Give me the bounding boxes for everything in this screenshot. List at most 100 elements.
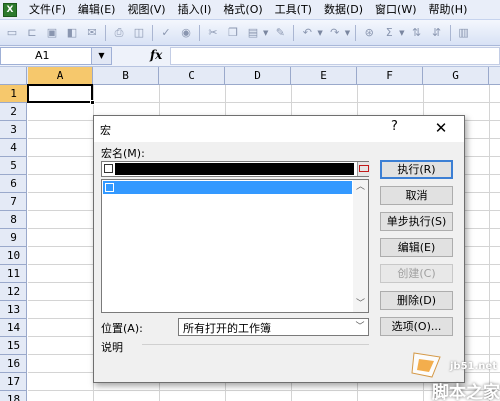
copy-icon[interactable]: ❐ [224,24,242,42]
menu-data[interactable]: 数据(D) [318,0,369,20]
row-header[interactable]: 2 [0,103,27,121]
chevron-down-icon[interactable]: ﹀ [352,319,368,335]
column-header-d[interactable]: D [225,67,291,85]
collapse-dialog-button[interactable] [357,162,370,176]
dialog-title: 宏 [100,124,111,137]
print-icon[interactable]: ⎙ [110,24,128,42]
row-header[interactable]: 14 [0,319,27,337]
undo-icon[interactable]: ↶ [298,24,316,42]
row-header[interactable]: 3 [0,121,27,139]
hyperlink-icon[interactable]: ⊛ [360,24,378,42]
fill-handle[interactable] [90,100,95,105]
description-divider [142,344,369,345]
research-icon[interactable]: ◉ [177,24,195,42]
toolbar-separator [152,24,153,41]
row-header[interactable]: 13 [0,301,27,319]
description-label: 说明 [101,341,123,354]
formula-bar: A1 ▼ fx [0,46,500,67]
location-label: 位置(A): [101,322,143,335]
row-header[interactable]: 11 [0,265,27,283]
create-button[interactable]: 创建(C) [380,264,453,283]
column-header-f[interactable]: F [357,67,423,85]
excel-app-icon[interactable]: X [3,2,17,17]
column-header-a[interactable]: A [28,67,93,85]
column-header-e[interactable]: E [291,67,357,85]
insert-function-icon[interactable]: fx [150,48,162,62]
row-header[interactable]: 15 [0,337,27,355]
location-select[interactable]: 所有打开的工作簿 ﹀ [178,318,369,336]
delete-button[interactable]: 删除(D) [380,291,453,310]
name-box[interactable]: A1 [0,47,92,65]
spelling-icon[interactable]: ✓ [157,24,175,42]
save-icon[interactable]: ▣ [43,24,61,42]
autosum-dropdown-icon[interactable]: ▼ [399,29,404,37]
menu-format[interactable]: 格式(O) [217,0,268,20]
formula-input[interactable] [170,47,500,65]
permission-icon[interactable]: ◧ [63,24,81,42]
row-header[interactable]: 18 [0,391,27,401]
watermark-name: 脚本之家 [432,383,500,401]
menu-tools[interactable]: 工具(T) [269,0,318,20]
sort-ascending-icon[interactable]: ⇅ [408,24,426,42]
row-header[interactable]: 5 [0,157,27,175]
undo-dropdown-icon[interactable]: ▼ [317,29,322,37]
grid-icon [105,183,114,192]
toolbar-separator [105,24,106,41]
open-icon[interactable]: ⊏ [23,24,41,42]
row-header[interactable]: 12 [0,283,27,301]
macro-name-input[interactable] [101,161,370,177]
help-icon[interactable]: ? [391,119,398,134]
dialog-title-bar[interactable]: 宏 ? ✕ [94,116,464,142]
scroll-up-icon[interactable]: ︿ [353,180,368,195]
column-header-b[interactable]: B [93,67,159,85]
column-header-g[interactable]: G [423,67,489,85]
list-item[interactable] [103,181,352,194]
menu-window[interactable]: 窗口(W) [369,0,422,20]
macro-list[interactable]: ︿ ﹀ [101,179,369,313]
menu-view[interactable]: 视图(V) [121,0,171,20]
select-all-corner[interactable] [0,67,27,85]
menu-file[interactable]: 文件(F) [23,0,72,20]
format-painter-icon[interactable]: ✎ [271,24,289,42]
macro-name-label: 宏名(M): [101,147,145,160]
toolbar-separator [449,24,451,41]
paste-dropdown-icon[interactable]: ▼ [263,29,268,37]
cancel-button[interactable]: 取消 [380,186,453,205]
standard-toolbar: ▭ ⊏ ▣ ◧ ✉ ⎙ ◫ ✓ ◉ ✂ ❐ ▤ ▼ ✎ ↶ ▼ ↷ ▼ ⊛ Σ … [0,20,500,46]
column-header-c[interactable]: C [159,67,225,85]
name-box-dropdown-icon[interactable]: ▼ [92,47,112,65]
cut-icon[interactable]: ✂ [204,24,222,42]
row-header[interactable]: 9 [0,229,27,247]
email-icon[interactable]: ✉ [83,24,101,42]
row-header[interactable]: 17 [0,373,27,391]
redo-dropdown-icon[interactable]: ▼ [345,29,350,37]
close-icon[interactable]: ✕ [429,117,453,139]
row-header[interactable]: 7 [0,193,27,211]
print-preview-icon[interactable]: ◫ [130,24,148,42]
row-header[interactable]: 4 [0,139,27,157]
step-into-button[interactable]: 单步执行(S) [380,212,453,231]
redo-icon[interactable]: ↷ [326,24,344,42]
row-header[interactable]: 10 [0,247,27,265]
watermark-site: jb51.net [450,361,497,372]
edit-button[interactable]: 编辑(E) [380,238,453,257]
menu-bar: X 文件(F) 编辑(E) 视图(V) 插入(I) 格式(O) 工具(T) 数据… [0,0,500,20]
sort-descending-icon[interactable]: ⇵ [428,24,446,42]
run-button[interactable]: 执行(R) [380,160,453,179]
location-select-value: 所有打开的工作簿 [183,322,271,335]
vertical-scrollbar[interactable]: ︿ ﹀ [353,180,368,312]
row-header[interactable]: 16 [0,355,27,373]
new-icon[interactable]: ▭ [3,24,21,42]
active-cell-a1[interactable] [27,84,93,103]
menu-help[interactable]: 帮助(H) [423,0,474,20]
toolbar-separator [355,24,357,41]
autosum-icon[interactable]: Σ [380,24,398,42]
row-header[interactable]: 8 [0,211,27,229]
scroll-down-icon[interactable]: ﹀ [353,297,368,312]
row-header[interactable]: 1 [0,85,27,103]
chart-icon[interactable]: ▥ [455,24,473,42]
menu-insert[interactable]: 插入(I) [172,0,218,20]
row-header[interactable]: 6 [0,175,27,193]
paste-icon[interactable]: ▤ [244,24,262,42]
menu-edit[interactable]: 编辑(E) [72,0,122,20]
